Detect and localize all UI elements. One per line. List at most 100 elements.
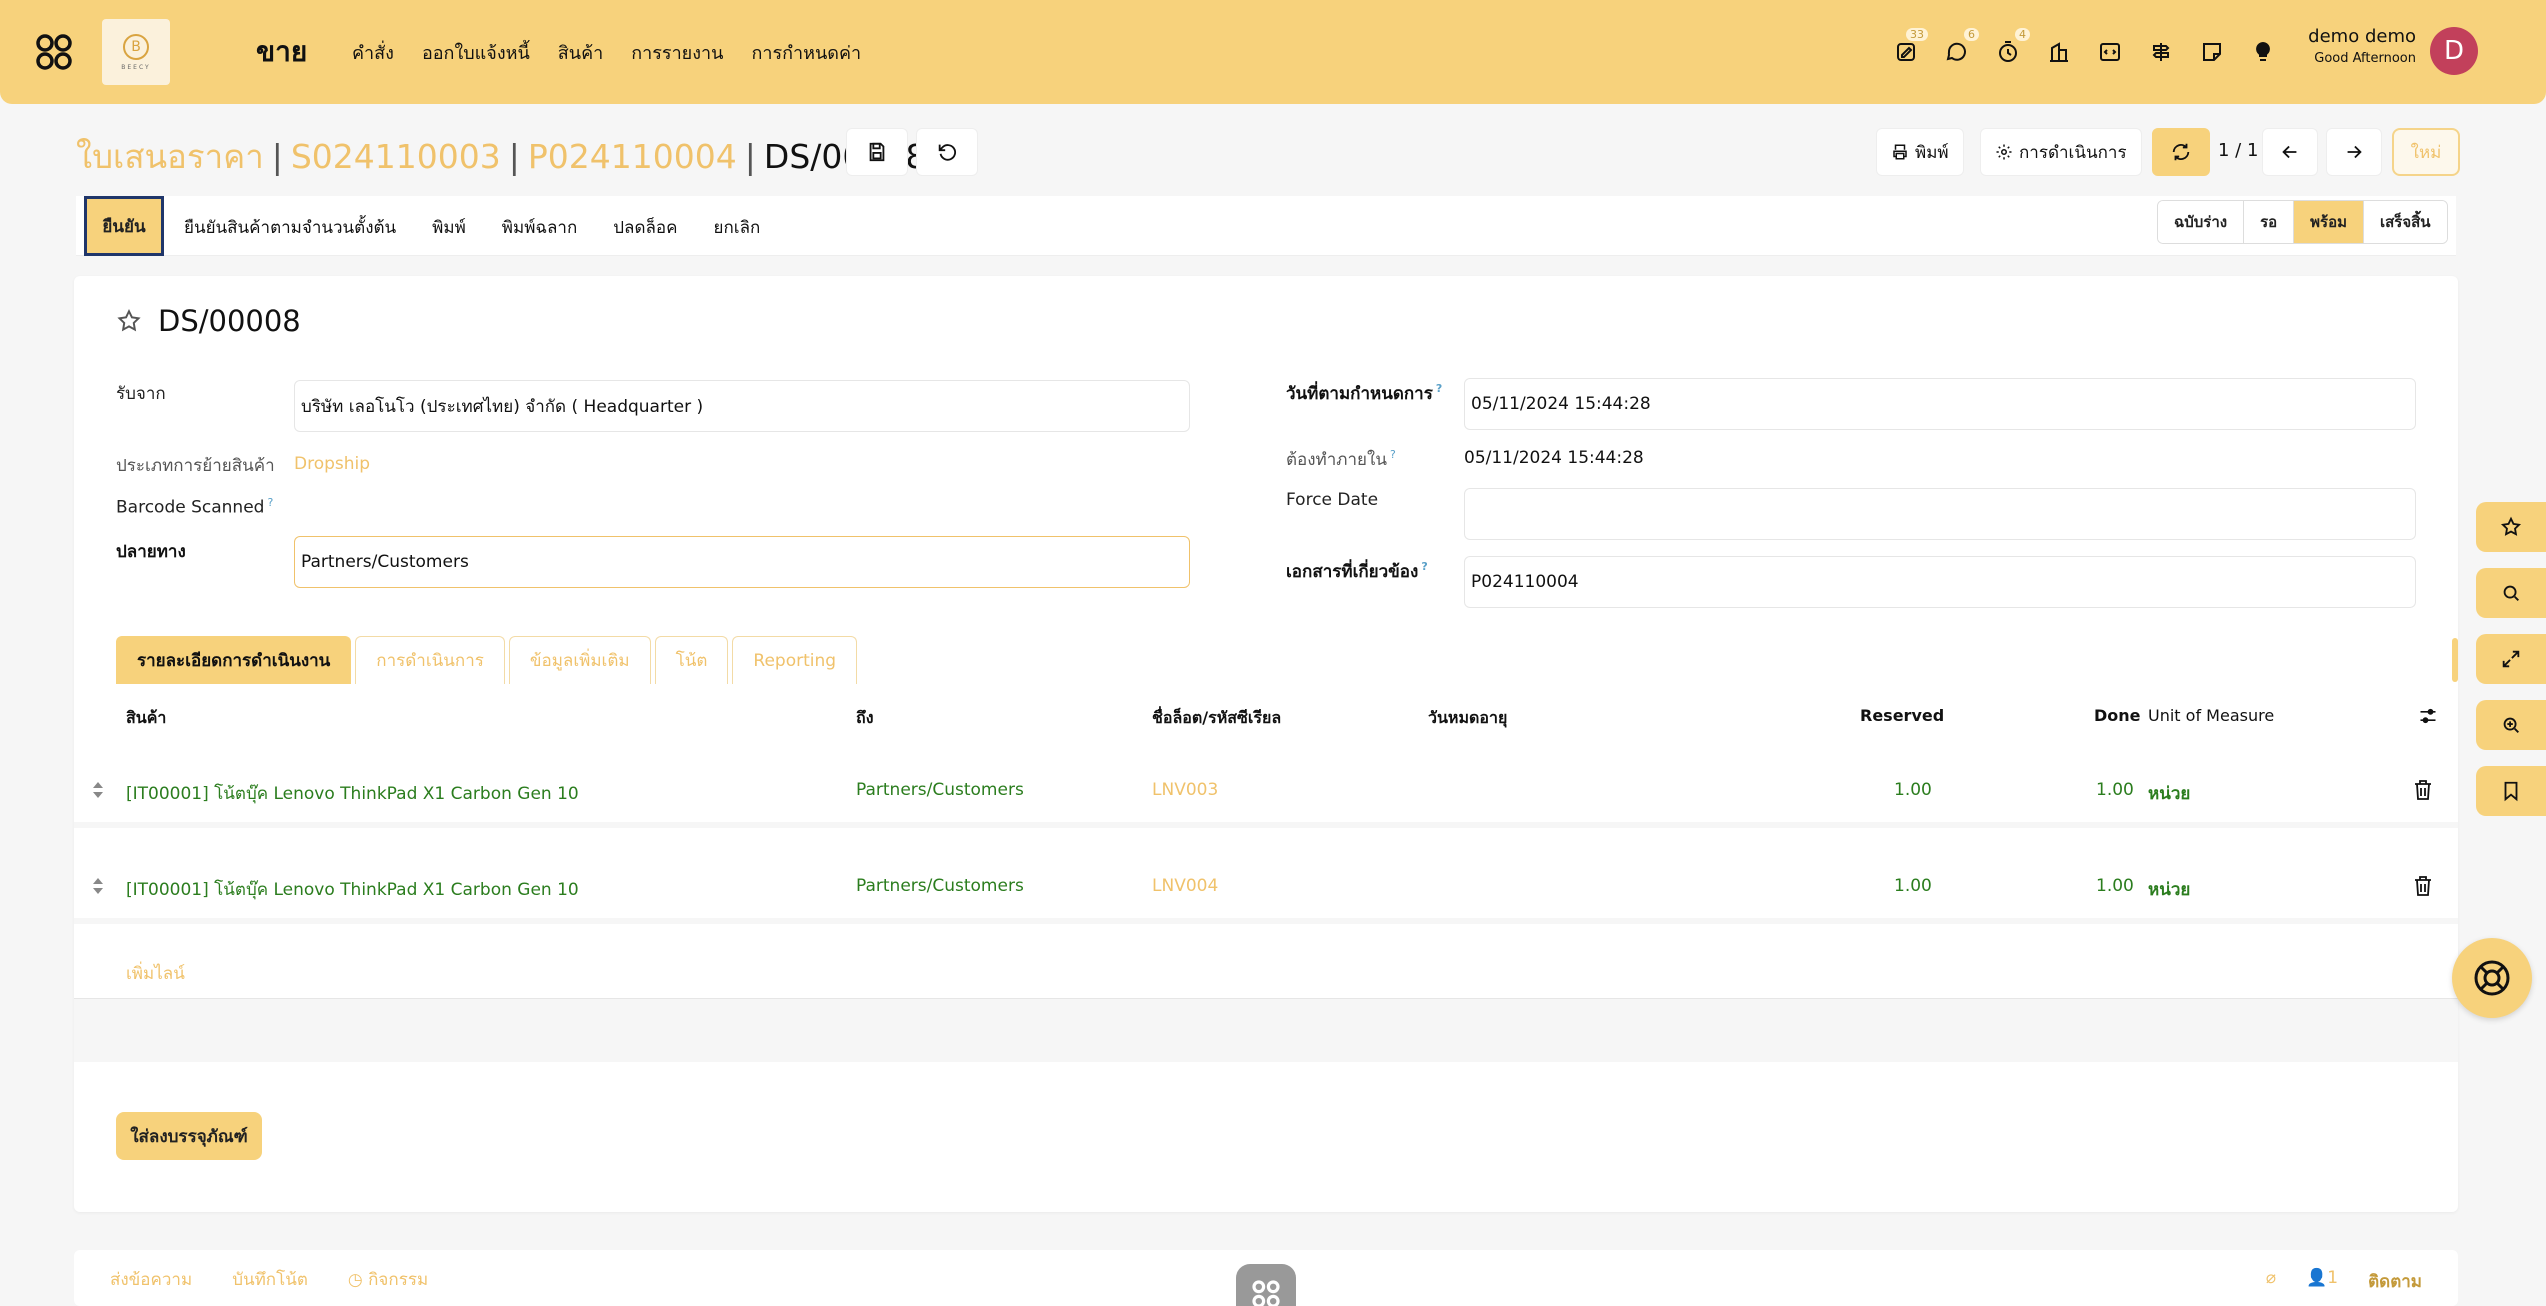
col-uom[interactable]: Unit of Measure	[2148, 706, 2274, 725]
menu-reporting[interactable]: การรายงาน	[631, 38, 723, 67]
row-product[interactable]: [IT00001] โน้ตบุ๊ค Lenovo ThinkPad X1 Ca…	[126, 876, 579, 903]
user-menu[interactable]: demo demo Good Afternoon	[2300, 26, 2416, 66]
menu-invoicing[interactable]: ออกใบแจ้งหนี้	[422, 38, 530, 67]
breadcrumb-purchase-order[interactable]: P024110004	[528, 137, 737, 176]
sticky-note-icon[interactable]	[2196, 32, 2228, 72]
discard-button[interactable]	[916, 128, 978, 176]
search-icon	[2503, 585, 2519, 601]
previous-button[interactable]	[2262, 128, 2318, 176]
timer-icon[interactable]: 4	[1992, 28, 2030, 72]
activity-button[interactable]: ◷ กิจกรรม	[348, 1266, 428, 1293]
tab-operations[interactable]: การดำเนินการ	[355, 636, 505, 684]
attachment-icon[interactable]: ⌀	[2266, 1268, 2276, 1295]
tab-reporting[interactable]: Reporting	[732, 636, 858, 684]
row-uom[interactable]: หน่วย	[2148, 876, 2190, 903]
avatar[interactable]: D	[2430, 27, 2478, 75]
col-expiry[interactable]: วันหมดอายุ	[1428, 706, 1507, 731]
pager[interactable]: 1 / 1	[2218, 140, 2258, 161]
unlock-button[interactable]: ปลดล็อค	[613, 214, 677, 241]
scheduled-date-field[interactable]: 05/11/2024 15:44:28	[1464, 378, 2416, 430]
bookmark-tool[interactable]	[2476, 766, 2546, 816]
confirm-button[interactable]: ยืนยัน	[84, 196, 164, 256]
table-row[interactable]: [IT00001] โน้ตบุ๊ค Lenovo ThinkPad X1 Ca…	[74, 744, 2458, 828]
col-lot[interactable]: ชื่อล็อต/รหัสซีเรียล	[1152, 706, 1281, 731]
apps-menu-icon[interactable]	[34, 32, 74, 72]
source-document-label: เอกสารที่เกี่ยวข้อง?	[1286, 560, 1428, 582]
app-brand[interactable]: ขาย	[256, 30, 307, 74]
clock-icon: ◷	[347, 1270, 369, 1290]
lightbulb-icon[interactable]	[2247, 32, 2279, 72]
destination-field[interactable]: Partners/Customers	[294, 536, 1190, 588]
confirm-initial-qty-button[interactable]: ยืนยันสินค้าตามจำนวนตั้งต้น	[184, 214, 396, 241]
search-tool[interactable]	[2476, 568, 2546, 618]
force-date-field[interactable]	[1464, 488, 2416, 540]
new-button[interactable]: ใหม่	[2392, 128, 2460, 176]
breadcrumb-sale-order[interactable]: S024110003	[291, 137, 501, 176]
help-button[interactable]	[2452, 938, 2532, 1018]
breadcrumb-quotations[interactable]: ใบเสนอราคา	[76, 130, 264, 183]
tab-detailed-operations[interactable]: รายละเอียดการดำเนินงาน	[116, 636, 352, 684]
refresh-button[interactable]	[2152, 128, 2210, 176]
top-navbar: B BEECY ขาย คำสั่ง ออกใบแจ้งหนี้ สินค้า …	[0, 0, 2546, 104]
send-message-button[interactable]: ส่งข้อความ	[110, 1266, 192, 1293]
col-reserved[interactable]: Reserved	[1860, 706, 1944, 725]
status-waiting[interactable]: รอ	[2244, 201, 2295, 243]
add-line-link[interactable]: เพิ่มไลน์	[126, 960, 185, 987]
operation-type-value[interactable]: Dropship	[294, 454, 370, 474]
column-settings-icon[interactable]	[2418, 706, 2438, 726]
print-label-button[interactable]: พิมพ์ฉลาก	[502, 214, 577, 241]
save-button[interactable]	[846, 128, 908, 176]
quick-tools	[2476, 502, 2546, 816]
star-icon[interactable]	[116, 308, 142, 334]
row-done[interactable]: 1.00	[2096, 780, 2134, 800]
apps-icon	[1252, 1280, 1280, 1306]
row-to[interactable]: Partners/Customers	[856, 780, 1024, 800]
follow-button[interactable]: ติดตาม	[2368, 1268, 2422, 1295]
drag-handle-icon[interactable]	[92, 782, 104, 798]
expand-icon	[2502, 650, 2520, 668]
tab-additional-info[interactable]: ข้อมูลเพิ่มเติม	[508, 636, 651, 684]
row-lot[interactable]: LNV004	[1152, 876, 1218, 896]
print-action-button[interactable]: พิมพ์	[432, 214, 466, 241]
source-document-field[interactable]: P024110004	[1464, 556, 2416, 608]
cancel-button[interactable]: ยกเลิก	[714, 214, 761, 241]
followers-button[interactable]: 👤1	[2306, 1268, 2338, 1295]
row-lot[interactable]: LNV003	[1152, 780, 1218, 800]
action-button[interactable]: การดำเนินการ	[1980, 128, 2142, 176]
row-to[interactable]: Partners/Customers	[856, 876, 1024, 896]
trash-icon[interactable]	[2414, 780, 2432, 800]
receive-from-field[interactable]: บริษัท เลอโนโว (ประเทศไทย) จำกัด ( Headq…	[294, 380, 1190, 432]
drag-handle-icon[interactable]	[92, 878, 104, 894]
code-icon[interactable]	[2094, 32, 2126, 72]
activity-icon[interactable]: 33	[1890, 28, 1928, 72]
status-ready[interactable]: พร้อม	[2294, 201, 2364, 243]
messages-icon[interactable]: 6	[1941, 28, 1979, 72]
table-row[interactable]: [IT00001] โน้ตบุ๊ค Lenovo ThinkPad X1 Ca…	[74, 840, 2458, 924]
receive-from-label: รับจาก	[116, 384, 166, 404]
status-done[interactable]: เสร็จสิ้น	[2364, 201, 2447, 243]
expand-tool[interactable]	[2476, 634, 2546, 684]
row-done[interactable]: 1.00	[2096, 876, 2134, 896]
status-draft[interactable]: ฉบับร่าง	[2158, 201, 2245, 243]
trash-icon[interactable]	[2414, 876, 2432, 896]
row-product[interactable]: [IT00001] โน้ตบุ๊ค Lenovo ThinkPad X1 Ca…	[126, 780, 579, 807]
menu-products[interactable]: สินค้า	[558, 38, 603, 67]
menu-configuration[interactable]: การกำหนดค่า	[751, 38, 861, 67]
favorite-tool[interactable]	[2476, 502, 2546, 552]
col-product[interactable]: สินค้า	[126, 706, 166, 731]
signpost-icon[interactable]	[2145, 32, 2177, 72]
zoom-tool[interactable]	[2476, 700, 2546, 750]
print-button[interactable]: พิมพ์	[1876, 128, 1964, 176]
menu-orders[interactable]: คำสั่ง	[352, 38, 394, 67]
company-switch-icon[interactable]	[2043, 32, 2075, 72]
tab-note[interactable]: โน้ต	[654, 636, 729, 684]
put-in-pack-button[interactable]: ใส่ลงบรรจุภัณฑ์	[116, 1112, 262, 1160]
next-button[interactable]	[2326, 128, 2382, 176]
col-done[interactable]: Done	[2094, 706, 2141, 725]
undo-icon	[938, 144, 957, 161]
log-note-button[interactable]: บันทึกโน้ต	[232, 1266, 308, 1293]
company-logo[interactable]: B BEECY	[102, 19, 170, 85]
row-uom[interactable]: หน่วย	[2148, 780, 2190, 807]
col-to[interactable]: ถึง	[856, 706, 874, 731]
home-menu-button[interactable]	[1236, 1264, 1296, 1306]
